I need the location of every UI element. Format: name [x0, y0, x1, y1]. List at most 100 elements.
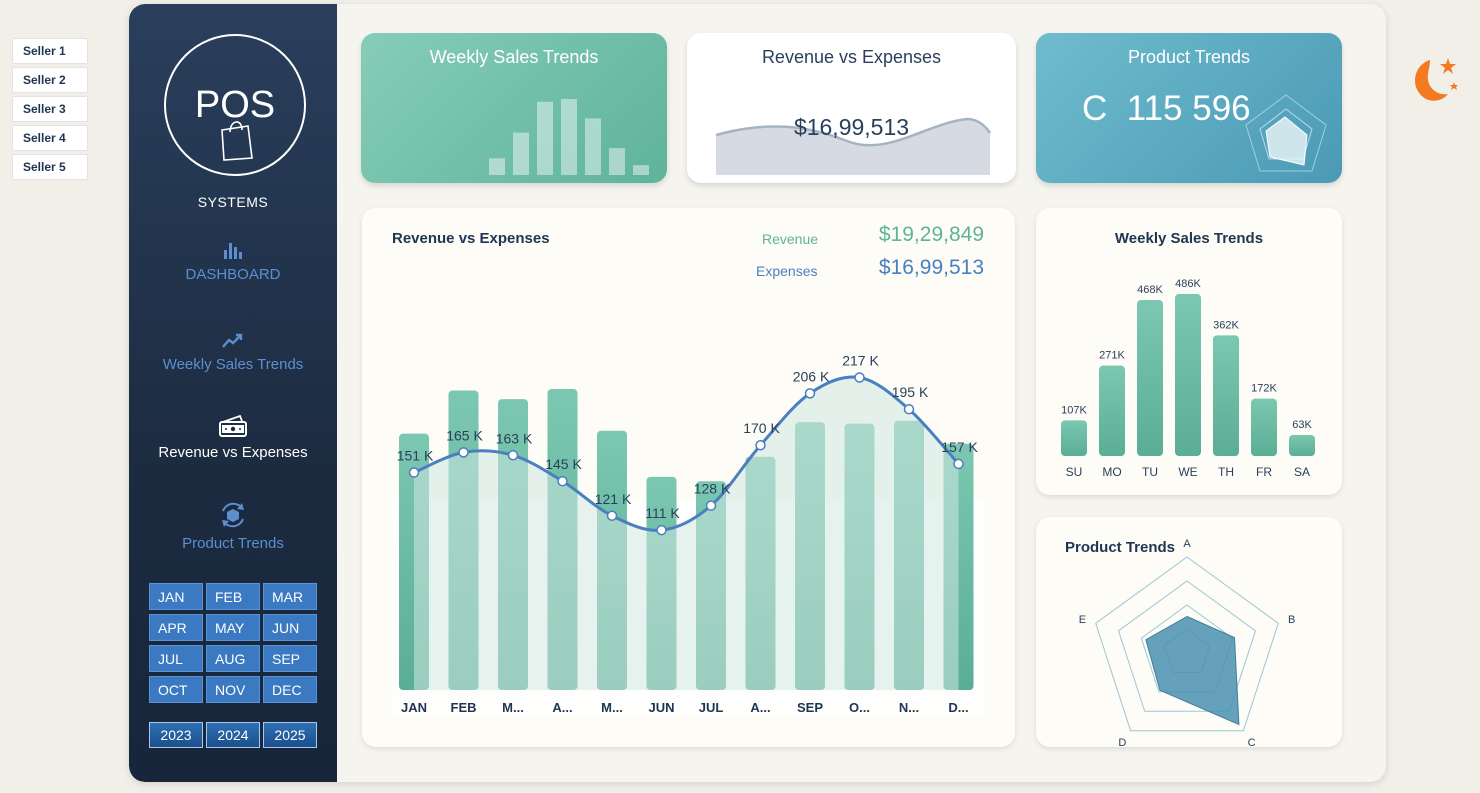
month-dec-button[interactable]: DEC [263, 676, 317, 703]
year-2023-button[interactable]: 2023 [149, 722, 203, 748]
weekly-data-label: 362K [1213, 319, 1239, 331]
expenses-point [854, 372, 865, 383]
kpi-weekly-sales-card[interactable]: Weekly Sales Trends [361, 33, 667, 183]
nav-revenue-vs-expenses[interactable]: Revenue vs Expenses [129, 414, 337, 462]
month-tick-label: JUL [699, 700, 724, 715]
expenses-data-label: 195 K [892, 384, 929, 400]
month-sep-button[interactable]: SEP [263, 645, 317, 672]
month-tick-label: FEB [451, 700, 477, 715]
weekly-data-label: 107K [1061, 404, 1087, 416]
expenses-data-label: 145 K [545, 456, 582, 472]
month-apr-button[interactable]: APR [149, 614, 203, 641]
radar-axis-label: C [1248, 737, 1256, 747]
month-tick-label: M... [502, 700, 524, 715]
kpi-mini-bar [513, 132, 529, 175]
kpi-weekly-mini-chart [489, 99, 649, 175]
weekly-bar [1061, 420, 1087, 456]
radar-axis-label: D [1118, 737, 1126, 747]
year-selector: 2023 2024 2025 [149, 722, 319, 748]
weekly-bar [1289, 435, 1315, 456]
month-nov-button[interactable]: NOV [206, 676, 260, 703]
moon-stars-icon[interactable] [1404, 56, 1460, 108]
month-tick-label: A... [750, 700, 770, 715]
kpi-mini-bar [561, 99, 577, 175]
weekday-tick-label: FR [1256, 465, 1272, 479]
weekly-bar [1099, 365, 1125, 456]
weekly-sales-chart: 107K SU 271K MO 468K TU 486K WE 362K TH 172K FR 63K S… [1061, 278, 1315, 479]
logo-subtitle: SYSTEMS [197, 194, 269, 210]
dashboard-panel: POS SYSTEMS DASHBOARD Weekly Sales Trend… [129, 4, 1386, 782]
month-jan-button[interactable]: JAN [149, 583, 203, 610]
expenses-data-label: 111 K [645, 505, 680, 521]
nav-revenue-label: Revenue vs Expenses [158, 444, 308, 461]
weekday-tick-label: TH [1218, 465, 1234, 479]
month-tick-label: M... [601, 700, 623, 715]
nav-product-trends-label: Product Trends [182, 535, 284, 552]
shopping-bag-icon [221, 121, 253, 161]
seller-2-button[interactable]: Seller 2 [12, 67, 88, 93]
kpi-mini-bar [609, 148, 625, 175]
expenses-data-label: 206 K [793, 368, 830, 384]
seller-5-button[interactable]: Seller 5 [12, 154, 88, 180]
nav-weekly-sales-label: Weekly Sales Trends [162, 356, 304, 373]
wallet-icon [219, 414, 247, 437]
weekly-bar [1137, 300, 1163, 456]
bar-chart-icon [224, 243, 242, 259]
kpi-revenue-card[interactable]: Revenue vs Expenses $16,99,513 [687, 33, 1016, 183]
month-selector: JAN FEB MAR APR MAY JUN JUL AUG SEP OCT … [149, 583, 319, 703]
kpi-revenue-wave [715, 117, 992, 175]
radar-axis-label: B [1288, 614, 1295, 626]
month-jul-button[interactable]: JUL [149, 645, 203, 672]
weekly-sales-chart-card: Weekly Sales Trends 107K SU 271K MO 468K TU 48… [1036, 208, 1342, 495]
seller-1-button[interactable]: Seller 1 [12, 38, 88, 64]
weekly-data-label: 271K [1099, 350, 1125, 362]
kpi-mini-bar [585, 118, 601, 175]
kpi-product-card[interactable]: Product Trends C 115 596 [1036, 33, 1342, 183]
expenses-point [408, 467, 420, 478]
expenses-point [507, 450, 519, 461]
expenses-point [656, 524, 667, 536]
month-mar-button[interactable]: MAR [263, 583, 317, 610]
weekly-bar [1213, 335, 1239, 456]
weekday-tick-label: SU [1066, 465, 1083, 479]
weekly-bar [1251, 398, 1277, 456]
product-trends-radar-chart: A B C D E [1079, 538, 1296, 747]
seller-3-button[interactable]: Seller 3 [12, 96, 88, 122]
weekly-data-label: 468K [1137, 284, 1163, 296]
expenses-point [953, 458, 964, 470]
weekday-tick-label: MO [1102, 465, 1121, 479]
expenses-point [458, 447, 469, 458]
year-2024-button[interactable]: 2024 [206, 722, 260, 748]
nav-product-trends[interactable]: Product Trends [129, 501, 337, 553]
seller-list: Seller 1 Seller 2 Seller 3 Seller 4 Sell… [12, 38, 88, 183]
month-tick-label: JUN [648, 700, 674, 715]
month-oct-button[interactable]: OCT [149, 676, 203, 703]
sidebar: POS SYSTEMS DASHBOARD Weekly Sales Trend… [129, 4, 337, 782]
nav-dashboard-label: DASHBOARD [185, 266, 281, 283]
expenses-data-label: 151 K [397, 448, 434, 464]
expenses-data-label: 121 K [595, 491, 632, 507]
month-tick-label: N... [899, 700, 919, 715]
expenses-data-label: 163 K [496, 430, 533, 446]
kpi-product-value: C 115 596 [1082, 89, 1251, 128]
year-2025-button[interactable]: 2025 [263, 722, 317, 748]
month-jun-button[interactable]: JUN [263, 614, 317, 641]
nav-dashboard[interactable]: DASHBOARD [129, 240, 337, 284]
month-feb-button[interactable]: FEB [206, 583, 260, 610]
nav-weekly-sales-trends[interactable]: Weekly Sales Trends [129, 332, 337, 374]
weekly-bar [1175, 294, 1201, 456]
kpi-mini-bar [489, 158, 505, 175]
revenue-expenses-chart: 151 K 165 K 163 K 145 K 121 K 111 K 128 K 170 K… [392, 353, 984, 716]
seller-4-button[interactable]: Seller 4 [12, 125, 88, 151]
expenses-data-label: 128 K [694, 481, 731, 497]
month-tick-label: SEP [797, 700, 823, 715]
radar-axis-label: E [1079, 614, 1086, 626]
radar-axis-label: A [1183, 538, 1191, 550]
expenses-point [903, 403, 915, 415]
weekday-tick-label: SA [1294, 465, 1310, 479]
kpi-mini-bar [633, 165, 649, 175]
month-aug-button[interactable]: AUG [206, 645, 260, 672]
month-may-button[interactable]: MAY [206, 614, 260, 641]
expenses-point [557, 475, 568, 487]
product-trends-chart-card: Product Trends ABCDE [1036, 517, 1342, 747]
